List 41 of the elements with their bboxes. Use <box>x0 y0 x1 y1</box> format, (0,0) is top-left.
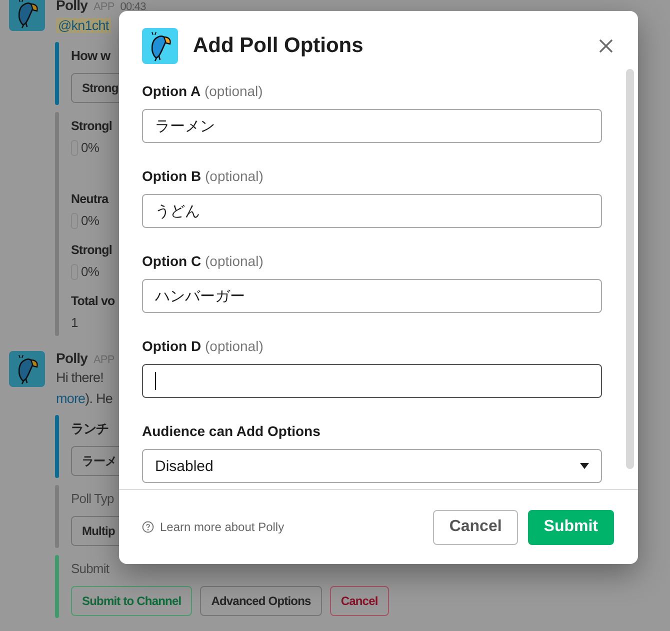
field-label: Option A (optional) <box>142 83 264 99</box>
submit-button[interactable]: Submit <box>528 510 614 544</box>
attachment-title: How w <box>71 47 110 65</box>
attachment-title: Submit <box>71 560 110 578</box>
parrot-icon <box>9 0 45 31</box>
attachment-title: ランチ <box>71 420 109 438</box>
total-count: 1 <box>71 314 79 332</box>
option-label: Strongl <box>71 118 113 135</box>
help-icon <box>142 521 154 533</box>
parrot-icon <box>142 28 178 64</box>
author-name[interactable]: Polly <box>56 351 88 365</box>
dialog-title: Add Poll Options <box>193 34 364 58</box>
option-input[interactable]: ラーメン <box>142 109 602 143</box>
parrot-icon <box>9 351 45 387</box>
attachment-title: Poll Typ <box>71 490 114 508</box>
cancel-button[interactable]: Cancel <box>433 510 518 544</box>
field-label: Option D (optional) <box>142 338 264 354</box>
scrollbar-thumb[interactable] <box>626 69 634 469</box>
vote-percent: 0% <box>81 212 99 230</box>
option-label: Neutra <box>71 191 110 208</box>
field-label: Option B (optional) <box>142 168 264 184</box>
audience-dropdown[interactable]: Disabled <box>142 449 602 483</box>
caret-icon <box>580 463 589 469</box>
field-label: Option C (optional) <box>142 253 264 269</box>
vote-percent: 0% <box>81 263 99 281</box>
user-mention[interactable]: @kn1cht <box>56 18 111 33</box>
message-text: Hi there! <box>56 369 104 387</box>
more-link[interactable]: more <box>56 391 86 406</box>
help-link[interactable]: Learn more about Polly <box>160 520 284 534</box>
option-input[interactable] <box>142 364 602 398</box>
total-label: Total vo <box>71 293 115 310</box>
message-button[interactable]: Advanced Options <box>200 586 322 616</box>
vote-percent: 0% <box>81 139 99 157</box>
option-label: Strongl <box>71 242 113 259</box>
author-name[interactable]: Polly <box>56 0 88 11</box>
timestamp: 00:43 <box>120 2 146 13</box>
option-input[interactable]: うどん <box>142 194 602 228</box>
option-input[interactable]: ハンバーガー <box>142 279 602 313</box>
message-button[interactable]: Cancel <box>330 586 389 616</box>
close-icon[interactable] <box>598 38 614 54</box>
field-label: Audience can Add Options <box>142 423 322 439</box>
